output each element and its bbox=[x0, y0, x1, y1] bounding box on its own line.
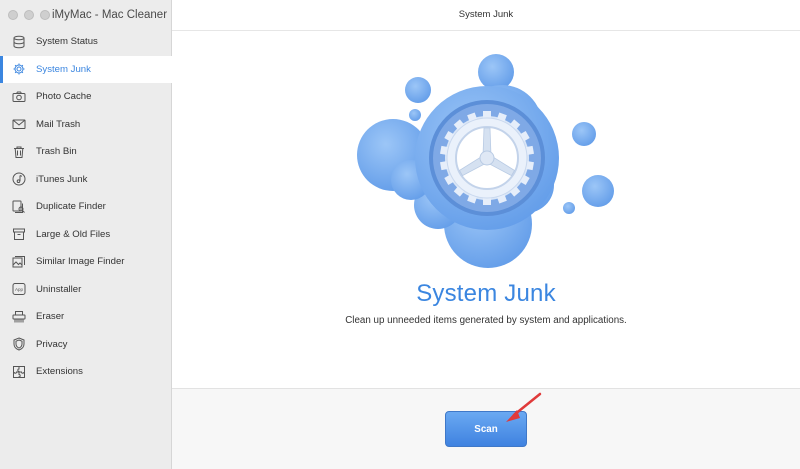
puzzle-icon bbox=[12, 365, 26, 379]
action-footer: Scan bbox=[172, 388, 800, 469]
shield-icon bbox=[12, 337, 26, 351]
image-stack-icon bbox=[12, 255, 26, 269]
sidebar-item-label: Duplicate Finder bbox=[36, 201, 106, 213]
zoom-window-button[interactable] bbox=[40, 10, 50, 20]
sidebar-item-eraser[interactable]: Eraser bbox=[0, 303, 172, 331]
music-note-icon bbox=[12, 172, 26, 186]
sidebar-item-extensions[interactable]: Extensions bbox=[0, 358, 172, 386]
sidebar-item-privacy[interactable]: Privacy bbox=[0, 331, 172, 359]
camera-icon bbox=[12, 90, 26, 104]
sidebar-item-label: System Status bbox=[36, 36, 98, 48]
sidebar-item-system-status[interactable]: System Status bbox=[0, 28, 172, 56]
sidebar-nav: System Status System Junk Photo Cache Ma… bbox=[0, 28, 172, 386]
sidebar-item-label: Large & Old Files bbox=[36, 228, 111, 240]
sidebar-item-label: System Junk bbox=[36, 63, 91, 75]
sidebar-item-label: Uninstaller bbox=[36, 283, 82, 295]
page-heading: System Junk bbox=[416, 280, 556, 307]
sidebar-item-similar-image-finder[interactable]: Similar Image Finder bbox=[0, 248, 172, 276]
sidebar-item-system-junk[interactable]: System Junk bbox=[0, 55, 172, 83]
close-window-button[interactable] bbox=[8, 10, 18, 20]
page-description: Clean up unneeded items generated by sys… bbox=[345, 315, 627, 326]
archive-box-icon bbox=[12, 227, 26, 241]
shredder-icon bbox=[12, 310, 26, 324]
sidebar-item-itunes-junk[interactable]: iTunes Junk bbox=[0, 166, 172, 194]
sidebar-item-label: Privacy bbox=[36, 338, 68, 350]
sidebar-item-mail-trash[interactable]: Mail Trash bbox=[0, 111, 172, 139]
title-bar: iMyMac - Mac Cleaner bbox=[0, 0, 172, 30]
minimize-window-button[interactable] bbox=[24, 10, 34, 20]
sidebar-item-photo-cache[interactable]: Photo Cache bbox=[0, 83, 172, 111]
sidebar-item-label: Similar Image Finder bbox=[36, 256, 125, 268]
sidebar-item-label: Trash Bin bbox=[36, 146, 77, 158]
sidebar-item-large-old-files[interactable]: Large & Old Files bbox=[0, 221, 172, 249]
database-icon bbox=[12, 35, 26, 49]
duplicate-search-icon bbox=[12, 200, 26, 214]
system-junk-illustration bbox=[357, 54, 614, 268]
app-title: iMyMac - Mac Cleaner bbox=[52, 9, 168, 21]
sidebar: iMyMac - Mac Cleaner System Status Syste… bbox=[0, 0, 172, 469]
svg-text:App: App bbox=[15, 287, 24, 292]
main-panel: System Junk System Junk Clean up unneede… bbox=[172, 0, 800, 469]
sidebar-item-label: Mail Trash bbox=[36, 118, 81, 130]
gear-icon bbox=[12, 62, 26, 76]
sidebar-item-label: Eraser bbox=[36, 311, 65, 323]
sidebar-item-duplicate-finder[interactable]: Duplicate Finder bbox=[0, 193, 172, 221]
app-icon: App bbox=[12, 282, 26, 296]
mail-icon bbox=[12, 117, 26, 131]
trash-icon bbox=[12, 145, 26, 159]
sidebar-item-label: Photo Cache bbox=[36, 91, 92, 103]
sidebar-item-label: iTunes Junk bbox=[36, 173, 88, 185]
sidebar-item-uninstaller[interactable]: App Uninstaller bbox=[0, 276, 172, 304]
sidebar-item-label: Extensions bbox=[36, 366, 83, 378]
app-window: iMyMac - Mac Cleaner System Status Syste… bbox=[0, 0, 800, 469]
scan-button[interactable]: Scan bbox=[445, 411, 527, 447]
sidebar-item-trash-bin[interactable]: Trash Bin bbox=[0, 138, 172, 166]
